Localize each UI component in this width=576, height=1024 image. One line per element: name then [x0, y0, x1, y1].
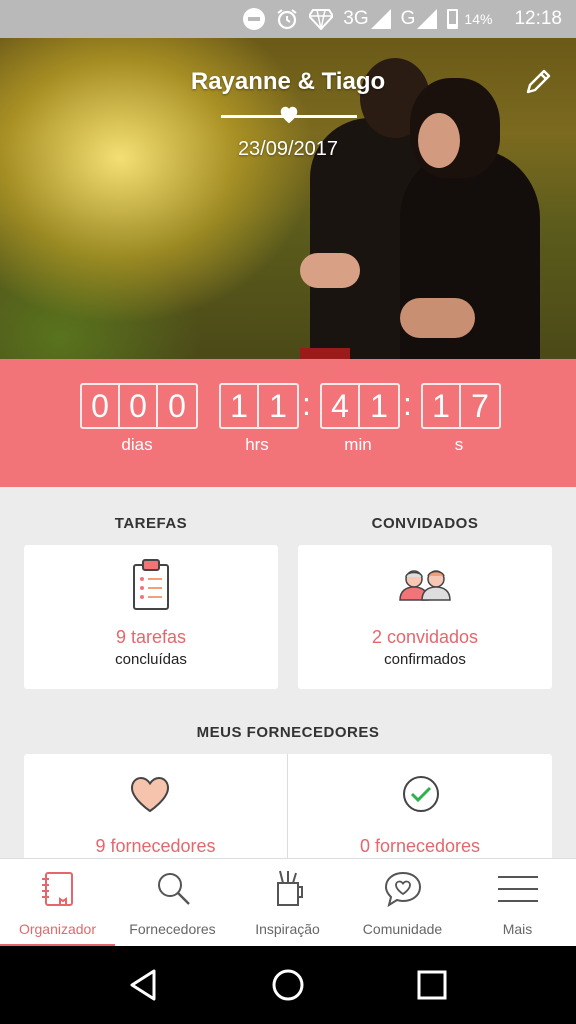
- tasks-count: 9 tarefas: [115, 627, 187, 647]
- favorite-vendors[interactable]: 9 fornecedores: [24, 754, 287, 864]
- nav-label: Inspiração: [255, 921, 320, 937]
- wedding-countdown: 0 0 0 1 1 : 4 1 : 1 7 dias hrs min s: [0, 359, 576, 487]
- notebook-icon: [42, 872, 73, 906]
- back-icon[interactable]: [127, 968, 161, 1002]
- clipboard-icon: [133, 559, 169, 610]
- days-label: dias: [121, 435, 153, 454]
- nav-label: Comunidade: [362, 921, 443, 937]
- system-navigation-bar: [0, 946, 576, 1024]
- couple-photo: [300, 58, 540, 359]
- network-type-3g: 3G: [343, 8, 369, 29]
- bottom-navigation: Organizador Fornecedores Inspiração Comu…: [0, 858, 576, 947]
- guests-title: CONVIDADOS: [371, 515, 479, 532]
- cover-photo: Rayanne & Tiago 23/09/2017: [0, 38, 576, 359]
- nav-label: Mais: [502, 921, 533, 937]
- search-icon: [158, 873, 190, 905]
- countdown-hours: 1 1: [219, 383, 299, 429]
- nav-comunidade[interactable]: Comunidade: [345, 859, 460, 947]
- diamond-icon: [309, 8, 334, 30]
- nav-mais[interactable]: Mais: [460, 859, 575, 947]
- seconds-digit: 7: [471, 388, 489, 424]
- do-not-disturb-icon: [243, 8, 266, 30]
- heart-outline-icon: [130, 776, 170, 813]
- menu-icon: [498, 876, 538, 902]
- guests-status: confirmados: [384, 651, 466, 668]
- countdown-days: 0 0 0: [80, 383, 198, 429]
- signal-icon: [370, 9, 391, 29]
- tasks-status: concluídas: [115, 651, 187, 668]
- hired-vendors[interactable]: 0 fornecedores: [288, 754, 552, 864]
- days-digit: 0: [120, 385, 158, 427]
- seconds-label: s: [454, 435, 464, 454]
- guests-count: 2 convidados: [371, 627, 479, 647]
- couple-names: Rayanne & Tiago: [190, 68, 386, 95]
- nav-inspiracao[interactable]: Inspiração: [230, 859, 345, 947]
- network-type-g: G: [400, 8, 416, 29]
- battery-percent: 14%: [464, 11, 493, 27]
- vendors-card: 9 fornecedores 0 fornecedores: [24, 754, 552, 864]
- recent-apps-icon[interactable]: [415, 968, 449, 1002]
- guests-card[interactable]: 2 convidados confirmados: [298, 545, 552, 689]
- nav-label: Fornecedores: [129, 921, 216, 937]
- days-digit: 0: [168, 388, 186, 424]
- tasks-title: TAREFAS: [114, 515, 188, 532]
- vendors-title: MEUS FORNECEDORES: [196, 724, 380, 741]
- home-icon[interactable]: [271, 968, 305, 1002]
- nav-label: Organizador: [18, 921, 97, 937]
- nav-organizador[interactable]: Organizador: [0, 859, 115, 947]
- status-bar: 3G G 14% 12:18: [0, 0, 576, 38]
- countdown-seconds: 1 7: [421, 383, 501, 429]
- clock: 12:18: [514, 8, 562, 29]
- edit-pencil-icon[interactable]: [524, 66, 554, 96]
- nav-fornecedores[interactable]: Fornecedores: [115, 859, 230, 947]
- hours-digit: 1: [269, 388, 287, 424]
- wedding-date: 23/09/2017: [237, 138, 339, 160]
- check-circle-icon: [403, 776, 439, 812]
- days-digit: 0: [82, 385, 120, 427]
- minutes-label: min: [344, 435, 372, 454]
- seconds-digit: 1: [423, 385, 461, 427]
- jar-icon: [277, 870, 303, 906]
- battery-icon: [447, 9, 459, 29]
- minutes-digit: 1: [370, 388, 388, 424]
- favorite-vendors-count: 9 fornecedores: [95, 836, 216, 856]
- hours-digit: 1: [221, 385, 259, 427]
- guests-icon: [399, 570, 451, 601]
- countdown-minutes: 4 1: [320, 383, 400, 429]
- hired-vendors-count: 0 fornecedores: [359, 836, 481, 856]
- countdown-separator: :: [403, 386, 412, 422]
- countdown-separator: :: [302, 386, 311, 422]
- chat-heart-icon: [384, 871, 422, 908]
- tasks-card[interactable]: 9 tarefas concluídas: [24, 545, 278, 689]
- minutes-digit: 4: [322, 385, 360, 427]
- hours-label: hrs: [245, 435, 269, 454]
- heart-icon: [280, 106, 298, 124]
- alarm-icon: [275, 7, 299, 31]
- signal-icon-2: [417, 9, 438, 29]
